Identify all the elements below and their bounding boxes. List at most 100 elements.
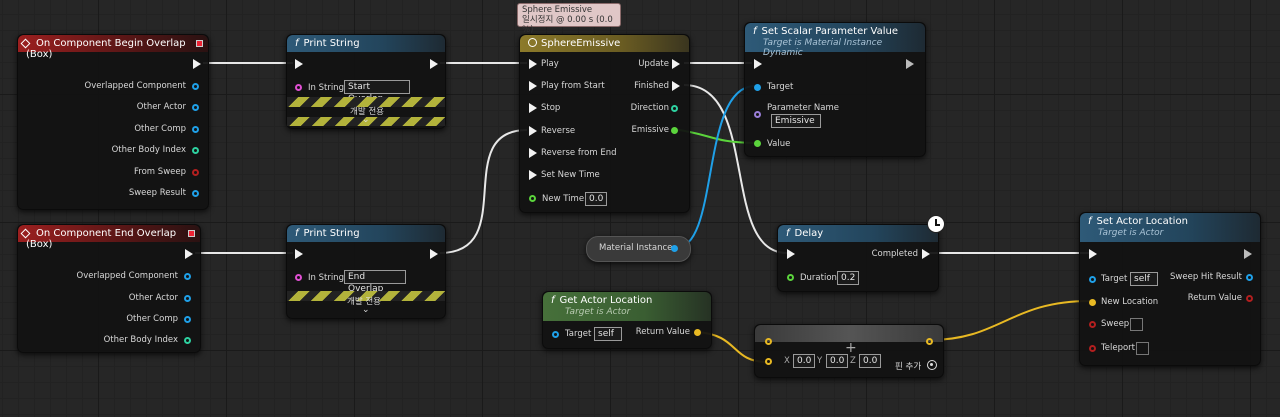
duration-field[interactable]: 0.2 [837,271,859,285]
delegate-icon [196,40,203,47]
target-pin[interactable] [754,84,761,91]
emissive-pin[interactable] [671,127,678,134]
function-icon: f [753,26,757,37]
sweep-pin[interactable] [1089,321,1096,328]
sweep-result-pin[interactable] [192,190,199,197]
completed-exec-pin[interactable] [922,249,930,259]
return-value-pin[interactable] [694,329,701,336]
exec-out-pin[interactable] [193,59,201,69]
exec-in-pin[interactable] [787,249,795,259]
finished-label: Finished [634,81,669,91]
teleport-pin[interactable] [1089,345,1096,352]
exec-in-pin[interactable] [295,59,303,69]
return-value-pin[interactable] [1246,295,1253,302]
reverse-from-end-exec-pin[interactable] [529,148,537,158]
exec-out-pin[interactable] [1244,249,1252,259]
pin-other-body-index: Other Body Index [111,145,186,155]
exec-out-pin[interactable] [185,249,193,259]
get-actor-location-node[interactable]: f Get Actor Location Target is Actor Targe… [542,291,712,349]
completed-label: Completed [871,249,918,259]
new-location-pin[interactable] [1089,299,1096,306]
expand-chevron-icon[interactable]: ⌄ [362,305,370,315]
teleport-checkbox[interactable] [1136,342,1149,355]
add-pin-icon[interactable] [927,360,937,370]
begin-overlap-event-node[interactable]: On Component Begin Overlap (Box) Overlap… [17,34,209,210]
in-string-pin[interactable] [295,84,302,91]
other-body-index-pin[interactable] [192,147,199,154]
sweep-hit-result-pin[interactable] [1246,274,1253,281]
print-string-node-1[interactable]: fPrint String In String Start Overlap 개발… [286,34,446,129]
new-time-pin[interactable] [529,195,536,202]
in-string-pin[interactable] [295,274,302,281]
direction-pin[interactable] [671,105,678,112]
set-scalar-header: f Set Scalar Parameter Value Target is Mat… [745,23,925,58]
vector-in-a-pin[interactable] [765,338,772,345]
finished-exec-pin[interactable] [672,81,680,91]
direction-label: Direction [630,103,669,113]
teleport-label: Teleport [1101,343,1135,353]
exec-out-pin[interactable] [430,59,438,69]
function-icon: f [295,38,299,49]
reverse-exec-pin[interactable] [529,126,537,136]
target-self-field[interactable]: self [594,327,622,341]
timeline-node[interactable]: SphereEmissive Play Play from Start Stop… [519,34,690,213]
parameter-name-field[interactable]: Emissive [771,114,821,128]
exec-out-pin[interactable] [906,59,914,69]
stop-exec-pin[interactable] [529,103,537,113]
target-self-field[interactable]: self [1130,272,1158,286]
set-new-time-exec-pin[interactable] [529,170,537,180]
set-scalar-title: Set Scalar Parameter Value [761,26,898,37]
parameter-name-pin[interactable] [754,111,761,118]
material-instance-variable-node[interactable]: Material Instance [586,236,691,262]
new-time-field[interactable]: 0.0 [585,192,607,206]
vector-out-pin[interactable] [926,338,933,345]
new-time-label: New Time [542,194,585,204]
overlapped-component-pin[interactable] [192,83,199,90]
print-string-title: Print String [303,228,360,239]
other-comp-pin[interactable] [192,126,199,133]
other-comp-pin[interactable] [184,316,191,323]
set-actor-location-node[interactable]: f Set Actor Location Target is Actor Targe… [1079,212,1261,366]
play-exec-pin[interactable] [529,59,537,69]
target-pin[interactable] [1089,276,1096,283]
in-string-field[interactable]: Start Overlap [344,80,410,104]
sweep-checkbox[interactable] [1130,318,1143,331]
target-pin[interactable] [552,331,559,338]
exec-in-pin[interactable] [1089,249,1097,259]
update-exec-pin[interactable] [672,59,680,69]
overlapped-component-pin[interactable] [184,273,191,280]
x-field[interactable]: 0.0 [793,354,815,368]
target-label: Target [767,82,794,92]
other-body-index-pin[interactable] [184,337,191,344]
exec-out-pin[interactable] [430,249,438,259]
material-instance-out-pin[interactable] [671,245,678,252]
end-overlap-event-node[interactable]: On Component End Overlap (Box) Overlappe… [17,224,201,353]
expand-chevron-icon[interactable]: ⌄ [362,115,370,125]
vector-in-b-pin[interactable] [765,358,772,365]
pin-overlapped-component: Overlapped Component [84,81,186,91]
reverse-label: Reverse [541,126,576,136]
vector-add-node[interactable]: X 0.0 Y 0.0 Z 0.0 + 핀 추가 [754,324,944,378]
other-actor-pin[interactable] [184,295,191,302]
get-actor-location-title: Get Actor Location [559,295,653,306]
other-actor-pin[interactable] [192,104,199,111]
in-string-field[interactable]: End Overlap [344,270,406,294]
event-icon [20,38,31,49]
event-icon [20,228,31,239]
add-pin-label[interactable]: 핀 추가 [895,360,921,372]
exec-in-pin[interactable] [754,59,762,69]
from-sweep-pin[interactable] [192,169,199,176]
z-field[interactable]: 0.0 [859,354,881,368]
exec-in-pin[interactable] [295,249,303,259]
print-string-node-2[interactable]: f Print String In String End Overlap 개발 전… [286,224,446,319]
duration-pin[interactable] [787,274,794,281]
target-label: Target [1101,274,1128,284]
function-icon: f [786,228,790,239]
delay-node[interactable]: f Delay Completed Duration 0.2 [777,215,945,292]
y-field[interactable]: 0.0 [826,354,848,368]
set-scalar-parameter-node[interactable]: f Set Scalar Parameter Value Target is Mat… [744,22,926,157]
delay-header: f Delay [778,225,938,242]
play-from-start-exec-pin[interactable] [529,81,537,91]
value-pin[interactable] [754,140,761,147]
x-label: X [784,356,790,366]
